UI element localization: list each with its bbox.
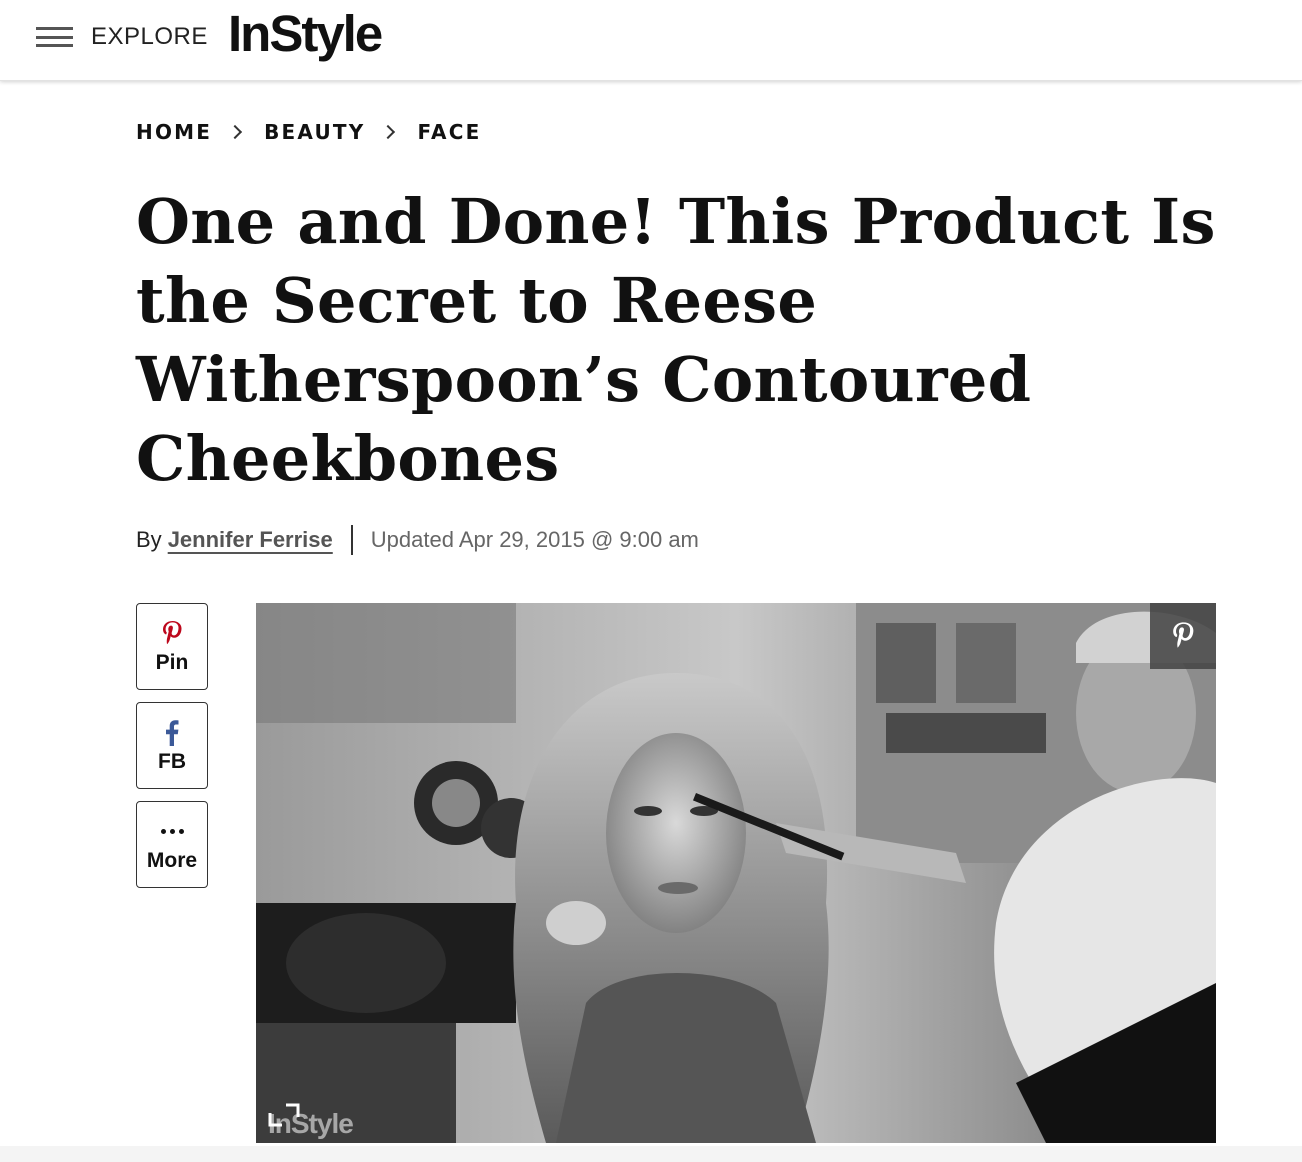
more-share-button[interactable]: More [136,801,208,888]
page-bottom-strip [0,1146,1302,1162]
hero-photo [256,603,1216,1143]
explore-label[interactable]: EXPLORE [91,23,208,51]
fb-label: FB [158,749,186,773]
updated-date: Updated Apr 29, 2015 @ 9:00 am [370,527,699,552]
hero-image [256,603,1216,1143]
site-logo[interactable]: InStyle [228,4,383,64]
pin-image-button[interactable] [1150,603,1216,669]
author-link[interactable]: Jennifer Ferrise [168,527,333,553]
breadcrumb-beauty[interactable]: BEAUTY [264,120,365,144]
explore-menu-button[interactable]: EXPLORE [36,22,207,52]
site-header: EXPLORE InStyle [0,0,1302,81]
byline-prefix: By [136,527,162,552]
article-headline: One and Done! This Product Is the Secret… [136,185,1216,495]
facebook-share-button[interactable]: FB [136,702,208,789]
chevron-right-icon [381,124,396,140]
pinterest-icon [1173,622,1194,648]
breadcrumb-face[interactable]: FACE [417,120,481,144]
pin-share-button[interactable]: Pin [136,603,208,690]
hamburger-icon[interactable] [36,25,73,49]
more-label: More [146,848,198,872]
byline-divider [350,525,353,555]
more-dots-icon [160,817,184,847]
byline: By Jennifer Ferrise Updated Apr 29, 2015… [136,524,699,556]
breadcrumb-home[interactable]: HOME [136,120,212,144]
facebook-icon [165,718,179,748]
expand-image-button[interactable] [256,1087,314,1143]
breadcrumb: HOME BEAUTY FACE [136,120,481,144]
chevron-right-icon [228,124,243,140]
pin-label: Pin [155,650,189,674]
pinterest-icon [161,619,183,649]
expand-icon [268,1103,300,1127]
